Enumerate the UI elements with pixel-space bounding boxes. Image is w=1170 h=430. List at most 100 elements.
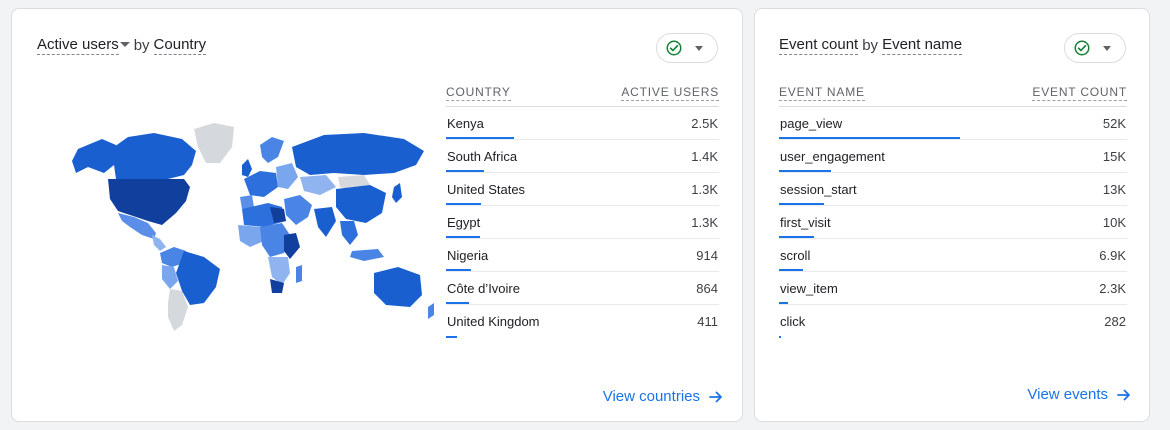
- map-region-canada[interactable]: [114, 133, 196, 179]
- metric-selector[interactable]: Active users: [37, 36, 119, 55]
- col-header-event-name[interactable]: EVENT NAME: [779, 86, 865, 101]
- metric-dropdown-caret-icon[interactable]: [119, 42, 130, 47]
- map-region-indonesia[interactable]: [350, 249, 384, 261]
- card-title: Active users by Country: [37, 36, 207, 55]
- map-region-western-europe[interactable]: [244, 171, 278, 197]
- map-region-west-africa[interactable]: [238, 225, 264, 247]
- map-region-southeast-asia[interactable]: [340, 221, 358, 245]
- row-label: scroll: [780, 248, 811, 263]
- view-events-label: View events: [1027, 386, 1108, 403]
- row-label: click: [780, 314, 806, 329]
- table-header: EVENT NAME EVENT COUNT: [779, 81, 1127, 107]
- table-row[interactable]: first_visit 10K: [779, 206, 1127, 239]
- map-region-madagascar[interactable]: [296, 265, 302, 283]
- row-value: 282: [1104, 314, 1126, 329]
- row-bar: [779, 203, 824, 205]
- row-label: South Africa: [447, 149, 518, 164]
- row-label: Côte d’Ivoire: [447, 281, 520, 296]
- row-bar: [446, 269, 471, 271]
- map-region-alaska[interactable]: [72, 139, 116, 173]
- map-region-greenland[interactable]: [194, 123, 234, 163]
- row-value: 1.3K: [691, 182, 718, 197]
- row-value: 15K: [1102, 149, 1126, 164]
- row-value: 411: [697, 314, 718, 329]
- row-label: first_visit: [780, 215, 831, 230]
- active-users-by-country-card: Active users by Country COUNTRY ACTIVE U…: [11, 8, 743, 422]
- row-bar: [446, 302, 469, 304]
- map-region-china[interactable]: [336, 185, 386, 223]
- map-region-japan[interactable]: [392, 183, 402, 203]
- row-value: 2.3K: [1099, 281, 1126, 296]
- row-bar: [779, 137, 960, 139]
- row-bar: [779, 170, 831, 172]
- view-events-link[interactable]: View events: [1027, 386, 1132, 403]
- table-row[interactable]: scroll 6.9K: [779, 239, 1127, 272]
- map-region-scandinavia[interactable]: [260, 137, 284, 163]
- row-value: 1.4K: [691, 149, 718, 164]
- row-label: Kenya: [447, 116, 484, 131]
- map-region-australia[interactable]: [374, 267, 422, 307]
- map-region-russia[interactable]: [292, 133, 424, 175]
- row-value: 10K: [1102, 215, 1126, 230]
- country-table: COUNTRY ACTIVE USERS Kenya 2.5K South Afr…: [446, 81, 719, 338]
- check-circle-icon: [666, 40, 682, 56]
- row-bar: [446, 137, 514, 139]
- card-title: Event count by Event name: [779, 36, 963, 55]
- chevron-down-icon: [695, 45, 703, 51]
- col-header-active-users[interactable]: ACTIVE USERS: [621, 86, 719, 101]
- event-count-by-event-name-card: Event count by Event name EVENT NAME EVE…: [754, 8, 1150, 422]
- table-row[interactable]: United States 1.3K: [446, 173, 719, 206]
- check-circle-icon: [1074, 40, 1090, 56]
- table-row[interactable]: United Kingdom 411: [446, 305, 719, 338]
- arrow-right-icon: [709, 391, 722, 402]
- map-region-new-zealand[interactable]: [428, 303, 434, 319]
- table-row[interactable]: South Africa 1.4K: [446, 140, 719, 173]
- row-value: 6.9K: [1099, 248, 1126, 263]
- row-label: session_start: [780, 182, 857, 197]
- metric-selector[interactable]: Event count: [779, 36, 859, 55]
- map-region-india[interactable]: [314, 207, 336, 237]
- row-value: 1.3K: [691, 215, 718, 230]
- event-table: EVENT NAME EVENT COUNT page_view 52K user…: [779, 81, 1127, 338]
- dimension-selector[interactable]: Event name: [882, 36, 963, 55]
- row-value: 864: [696, 281, 718, 296]
- table-row[interactable]: Nigeria 914: [446, 239, 719, 272]
- row-value: 2.5K: [691, 116, 718, 131]
- row-bar: [779, 302, 788, 304]
- arrow-right-icon: [1117, 389, 1130, 400]
- world-map[interactable]: [64, 117, 436, 337]
- row-label: United States: [447, 182, 526, 197]
- map-region-eastern-europe[interactable]: [276, 163, 298, 189]
- table-row[interactable]: click 282: [779, 305, 1127, 338]
- data-quality-status-button[interactable]: [1064, 33, 1126, 63]
- map-region-united-states[interactable]: [108, 179, 190, 225]
- map-region-east-africa[interactable]: [284, 233, 300, 259]
- map-region-uk[interactable]: [242, 159, 252, 177]
- table-row[interactable]: view_item 2.3K: [779, 272, 1127, 305]
- table-row[interactable]: Kenya 2.5K: [446, 107, 719, 140]
- map-region-middle-east[interactable]: [284, 195, 312, 225]
- map-region-kazakhstan[interactable]: [300, 175, 336, 195]
- table-row[interactable]: Côte d’Ivoire 864: [446, 272, 719, 305]
- row-bar: [446, 236, 480, 238]
- chevron-down-icon: [1103, 45, 1111, 51]
- dimension-selector[interactable]: Country: [153, 36, 207, 55]
- table-row[interactable]: session_start 13K: [779, 173, 1127, 206]
- col-header-country[interactable]: COUNTRY: [446, 86, 511, 101]
- title-by-text: by: [133, 37, 150, 54]
- col-header-event-count[interactable]: EVENT COUNT: [1032, 86, 1127, 101]
- data-quality-status-button[interactable]: [656, 33, 718, 63]
- row-bar: [446, 336, 457, 338]
- row-label: view_item: [780, 281, 838, 296]
- table-row[interactable]: page_view 52K: [779, 107, 1127, 140]
- map-region-central-america[interactable]: [152, 235, 166, 251]
- table-row[interactable]: user_engagement 15K: [779, 140, 1127, 173]
- row-bar: [446, 203, 481, 205]
- table-row[interactable]: Egypt 1.3K: [446, 206, 719, 239]
- row-label: United Kingdom: [447, 314, 540, 329]
- row-label: Nigeria: [447, 248, 489, 263]
- row-value: 52K: [1102, 116, 1126, 131]
- map-region-peru[interactable]: [162, 265, 178, 289]
- row-bar: [446, 170, 484, 172]
- view-countries-link[interactable]: View countries: [603, 388, 724, 405]
